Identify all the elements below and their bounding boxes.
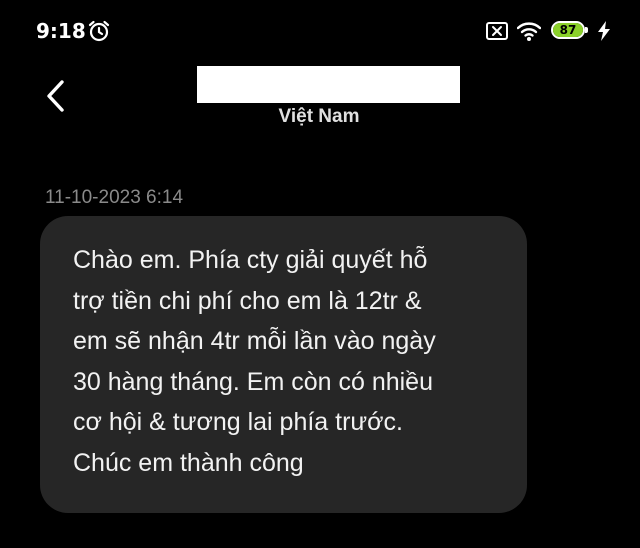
sim-off-icon [486, 22, 508, 40]
message-bubble[interactable]: Chào em. Phía cty giải quyết hỗ trợ tiền… [40, 216, 527, 513]
status-bar: 9:18 87 [0, 0, 640, 60]
message-text: Chào em. Phía cty giải quyết hỗ trợ tiền… [73, 246, 436, 477]
status-time: 9:18 [36, 19, 86, 43]
charging-icon [598, 21, 610, 41]
battery-icon: 87 [551, 21, 591, 41]
message-timestamp: 11-10-2023 6:14 [45, 187, 184, 208]
contact-subtitle: Việt Nam [0, 106, 640, 128]
contact-name-redacted [197, 66, 460, 103]
wifi-icon [517, 22, 541, 41]
alarm-icon [88, 20, 110, 42]
battery-level: 87 [559, 23, 577, 37]
contact-subtitle-text: Việt Nam [278, 106, 360, 127]
